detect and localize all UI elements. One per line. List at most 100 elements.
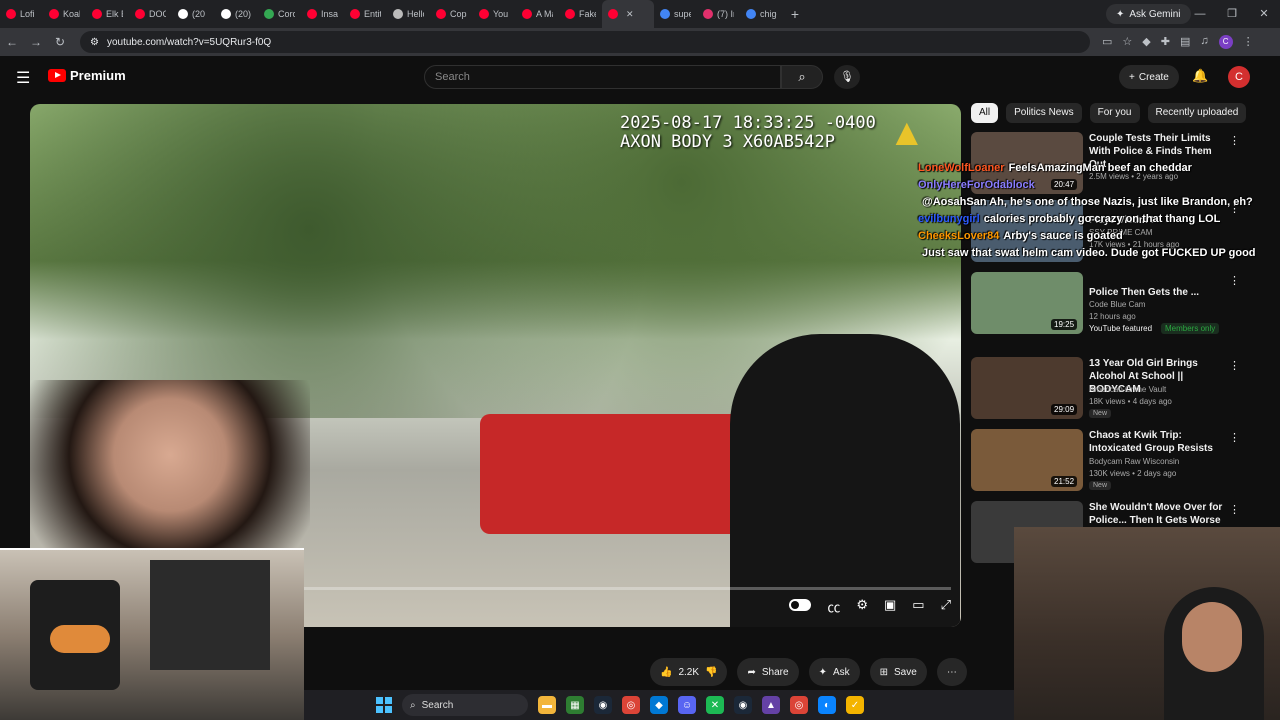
chat-username: CheeksLover84: [918, 230, 1000, 242]
browser-tab[interactable]: Elk Bug: [86, 0, 129, 28]
ask-gemini-button[interactable]: ✦ Ask Gemini: [1106, 4, 1191, 24]
like-button[interactable]: 👍 2.2K 👎: [650, 658, 728, 686]
minimize-icon[interactable]: —: [1184, 0, 1216, 28]
browser-tab[interactable]: A Man: [516, 0, 559, 28]
new-tab-button[interactable]: +: [783, 6, 807, 22]
search-icon: ⌕: [410, 699, 416, 711]
url-field[interactable]: ⚙ youtube.com/watch?v=5UQRur3-f0Q: [80, 31, 1090, 53]
browser-tab[interactable]: Cops F: [430, 0, 473, 28]
app-icon[interactable]: ▦: [566, 696, 584, 714]
microphone-icon[interactable]: 🎙: [834, 65, 860, 89]
chat-username: evilbunygirl: [918, 213, 980, 225]
recommendation-item[interactable]: 21:52 Chaos at Kwik Trip: Intoxicated Gr…: [971, 429, 1261, 495]
chat-message: LoneWolfLoaner FeelsAmazingMan beef an ch…: [918, 160, 1268, 177]
fullscreen-icon[interactable]: ⤢: [941, 597, 951, 616]
tab-close-icon[interactable]: ✕: [626, 9, 634, 20]
captions-icon[interactable]: ㏄: [827, 597, 840, 616]
browser-tab[interactable]: Entitled: [344, 0, 387, 28]
steam-icon[interactable]: ◉: [594, 696, 612, 714]
edge-icon[interactable]: ◐: [818, 696, 836, 714]
puzzle-icon[interactable]: ✚: [1161, 35, 1170, 49]
chip-recently-uploaded[interactable]: Recently uploaded: [1147, 103, 1247, 123]
chip-politics-news[interactable]: Politics News: [1006, 103, 1082, 123]
app-icon[interactable]: ◆: [650, 696, 668, 714]
account-avatar[interactable]: C: [1228, 66, 1250, 88]
recommendation-item[interactable]: 19:25 Police Then Gets the ... Code Blue…: [971, 272, 1261, 338]
windows-start-icon[interactable]: [376, 697, 392, 713]
share-button[interactable]: ➦ Share: [737, 658, 799, 686]
webcam-streamer-face: [1182, 602, 1242, 672]
webcam-cat: [50, 625, 110, 653]
search-icon[interactable]: ⌕: [781, 65, 823, 89]
more-options-icon[interactable]: ⋮: [1229, 503, 1240, 516]
chrome-icon[interactable]: ◎: [790, 696, 808, 714]
browser-tab[interactable]: chigge: [740, 0, 783, 28]
extension-icon[interactable]: ◆: [1142, 35, 1150, 49]
sidepanel-icon[interactable]: ▤: [1180, 35, 1190, 49]
browser-tab[interactable]: You: [473, 0, 516, 28]
youtube-logo[interactable]: Premium: [48, 68, 126, 83]
more-options-icon[interactable]: ⋮: [1229, 431, 1240, 444]
more-actions-icon[interactable]: ⋯: [936, 658, 967, 686]
browser-menu-icon[interactable]: ⋮: [1243, 35, 1254, 49]
app-icon[interactable]: ▲: [762, 696, 780, 714]
browser-tab[interactable]: Insane: [301, 0, 344, 28]
chip-for-you[interactable]: For you: [1089, 103, 1140, 123]
cast-icon[interactable]: ▭: [1102, 35, 1112, 49]
hamburger-menu-icon[interactable]: ☰: [16, 68, 30, 88]
maximize-icon[interactable]: ❐: [1216, 0, 1248, 28]
window-controls: — ❐ ✕: [1184, 0, 1280, 28]
ask-button[interactable]: ✦ Ask: [808, 658, 860, 686]
taskbar-search[interactable]: ⌕ Search: [402, 694, 528, 716]
app-icon[interactable]: ✓: [846, 696, 864, 714]
browser-tab-active[interactable]: ✕: [602, 0, 654, 28]
more-options-icon[interactable]: ⋮: [1229, 359, 1240, 372]
browser-tab[interactable]: DOOM: [129, 0, 172, 28]
tab-favicon-icon: [703, 9, 713, 19]
address-bar-row: ← → ↻ ⚙ youtube.com/watch?v=5UQRur3-f0Q …: [0, 28, 1280, 56]
thumbs-down-icon[interactable]: 👎: [705, 667, 717, 678]
site-info-icon[interactable]: ⚙: [90, 37, 99, 48]
video-actions: 👍 2.2K 👎 ➦ Share ✦ Ask ⊞ Save ⋯: [650, 658, 967, 686]
stream-chat-overlay: LoneWolfLoaner FeelsAmazingMan beef an ch…: [918, 160, 1268, 262]
miniplayer-icon[interactable]: ▣: [884, 597, 896, 616]
search-input[interactable]: Search: [424, 65, 781, 89]
bookmark-star-icon[interactable]: ☆: [1122, 35, 1132, 49]
chrome-icon[interactable]: ◎: [622, 696, 640, 714]
create-button[interactable]: + Create: [1119, 65, 1179, 89]
filter-chips: All Politics News For you Recently uploa…: [971, 103, 1247, 123]
browser-tab[interactable]: Fake C: [559, 0, 602, 28]
browser-tab[interactable]: (7) Inst: [697, 0, 740, 28]
recommendation-item[interactable]: 29:09 13 Year Old Girl Brings Alcohol At…: [971, 357, 1261, 423]
browser-tab[interactable]: super: [654, 0, 697, 28]
browser-tab[interactable]: (20) Ho: [215, 0, 258, 28]
forward-arrow-icon[interactable]: →: [24, 35, 48, 49]
tab-favicon-icon: [393, 9, 403, 19]
autoplay-toggle[interactable]: [789, 599, 812, 611]
notification-bell-icon[interactable]: 🔔: [1192, 68, 1208, 84]
media-icon[interactable]: ♫: [1200, 35, 1208, 49]
more-options-icon[interactable]: ⋮: [1229, 134, 1240, 147]
back-arrow-icon[interactable]: ←: [0, 35, 24, 49]
chip-all[interactable]: All: [971, 103, 999, 123]
tab-favicon-icon: [522, 9, 532, 19]
bookmark-icon: ⊞: [879, 666, 889, 678]
reload-icon[interactable]: ↻: [48, 35, 72, 49]
more-options-icon[interactable]: ⋮: [1229, 274, 1240, 287]
cast-icon[interactable]: ▭: [912, 597, 924, 616]
steam-icon[interactable]: ◉: [734, 696, 752, 714]
browser-tab[interactable]: Koala G: [43, 0, 86, 28]
browser-tab[interactable]: (20: [172, 0, 215, 28]
close-window-icon[interactable]: ✕: [1248, 0, 1280, 28]
browser-tab[interactable]: Lofi: [0, 0, 43, 28]
xbox-icon[interactable]: ✕: [706, 696, 724, 714]
browser-tab[interactable]: Corona: [258, 0, 301, 28]
discord-icon[interactable]: ☺: [678, 696, 696, 714]
url-text: youtube.com/watch?v=5UQRur3-f0Q: [106, 36, 272, 48]
tab-favicon-icon: [350, 9, 360, 19]
settings-gear-icon[interactable]: ⚙: [856, 597, 868, 616]
save-button[interactable]: ⊞ Save: [869, 658, 927, 686]
browser-tab[interactable]: Hellcat: [387, 0, 430, 28]
profile-avatar[interactable]: C: [1218, 35, 1233, 49]
file-explorer-icon[interactable]: ▬: [538, 696, 556, 714]
